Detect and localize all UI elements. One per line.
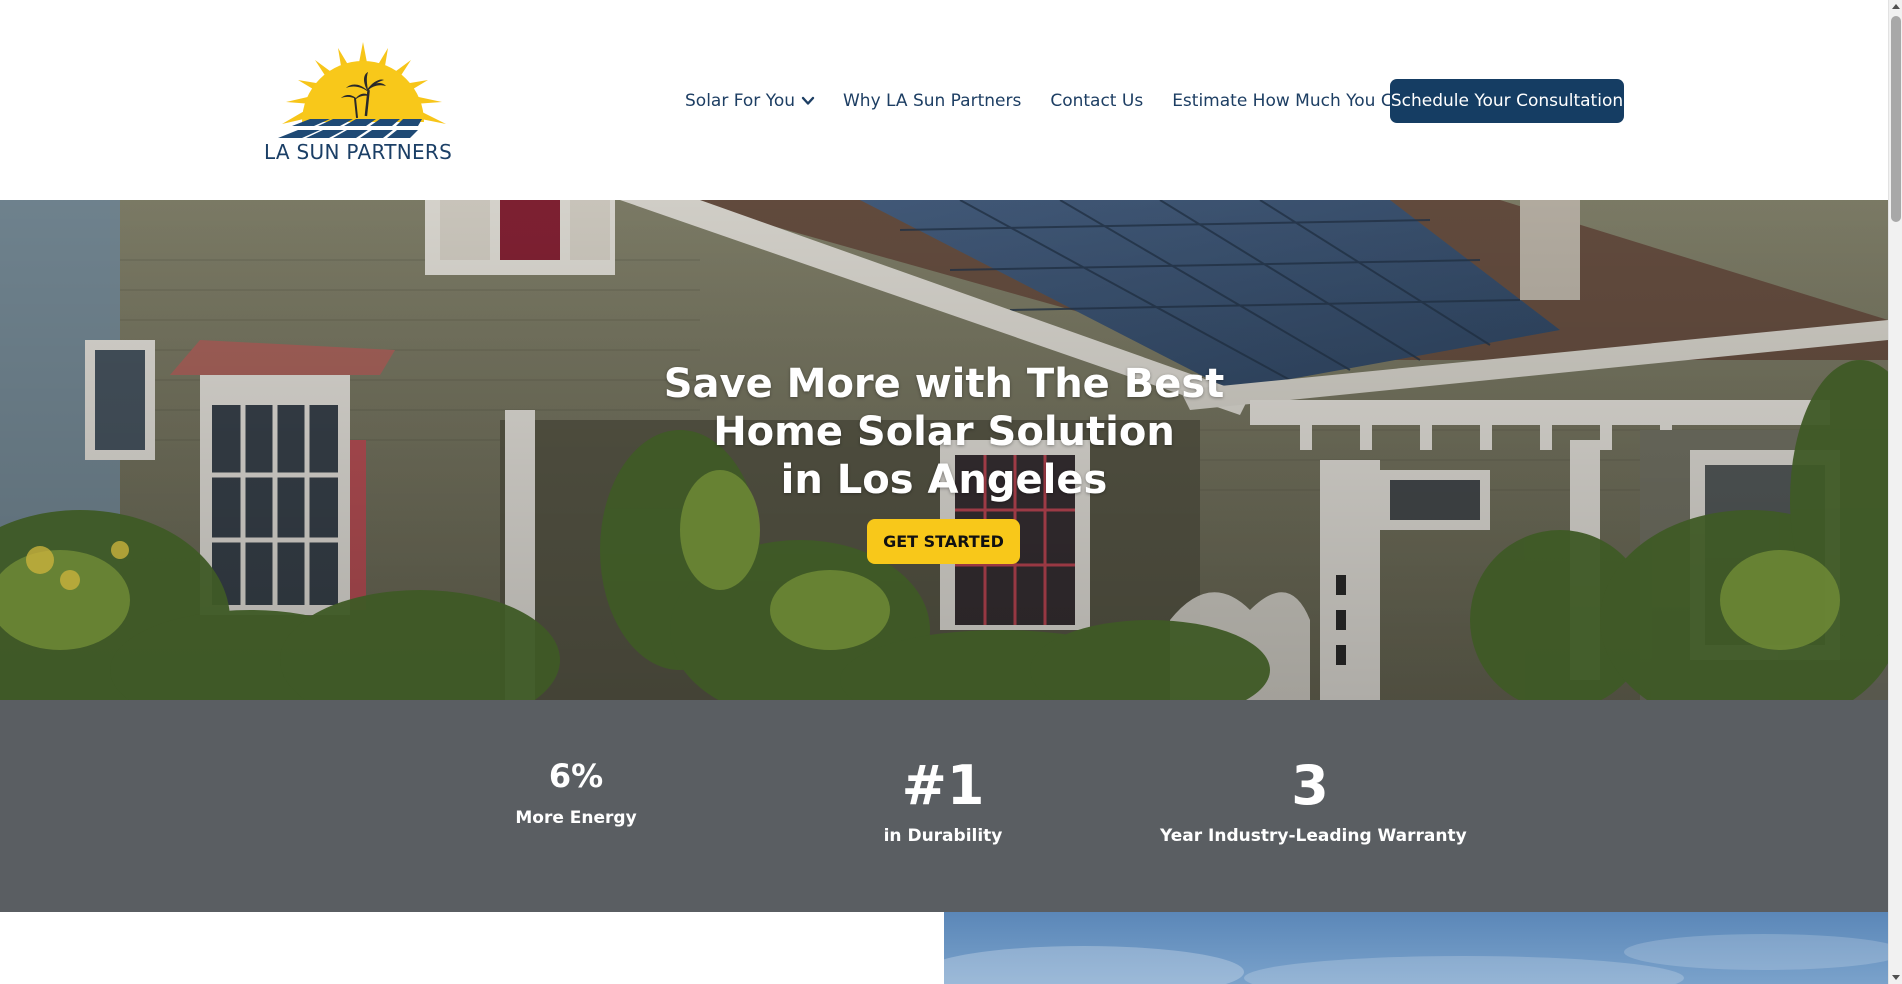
hero-title-line: Home Solar Solution [713,408,1175,455]
page-content: LA SUN PARTNERS Solar For You Why LA Sun… [0,0,1888,984]
stat-more-energy: 6% More Energy [476,756,676,828]
stat-label: in Durability [883,826,1003,846]
get-started-button[interactable]: GET STARTED [867,519,1020,564]
nav-item-contact-us[interactable]: Contact Us [1050,91,1143,111]
site-logo[interactable]: LA SUN PARTNERS [262,38,462,168]
stat-label: Year Industry-Leading Warranty [1160,826,1467,846]
stat-value: 6% [548,757,604,795]
page: LA SUN PARTNERS Solar For You Why LA Sun… [0,0,1902,984]
hero-title: Save More with The Best Home Solar Solut… [0,360,1888,504]
logo-wordmark: LA SUN PARTNERS [264,140,453,164]
nav-item-why-la-sun-partners[interactable]: Why LA Sun Partners [843,91,1021,111]
stat-warranty: 3 Year Industry-Leading Warranty [1160,754,1467,847]
hero-title-line: Save More with The Best [663,360,1225,407]
stat-label: More Energy [515,808,637,828]
nav-item-solar-for-you[interactable]: Solar For You [685,91,815,111]
hero-section: Save More with The Best Home Solar Solut… [0,200,1888,700]
site-header: LA SUN PARTNERS Solar For You Why LA Sun… [0,0,1888,200]
stat-value: 3 [1291,754,1329,817]
scroll-down-arrow-icon[interactable] [1892,975,1900,980]
sky-clouds-graphic [944,934,1888,984]
stat-value: #1 [901,754,985,817]
stat-durability: #1 in Durability [843,754,1043,847]
page-scrollbar[interactable] [1888,0,1902,984]
sky-image [944,912,1888,984]
hero-title-line: in Los Angeles [780,456,1108,503]
scroll-up-arrow-icon[interactable] [1892,4,1900,9]
scrollbar-thumb[interactable] [1891,16,1901,222]
chevron-down-icon [801,96,815,105]
stats-section: 6% More Energy #1 in Durability 3 Year I… [0,700,1888,912]
nav-item-label: Solar For You [685,91,795,111]
next-section-text-area [0,912,944,984]
sun-logo-icon [278,42,446,138]
schedule-consultation-button[interactable]: Schedule Your Consultation [1390,79,1624,123]
main-nav: Solar For You Why LA Sun Partners Contac… [685,80,1490,122]
